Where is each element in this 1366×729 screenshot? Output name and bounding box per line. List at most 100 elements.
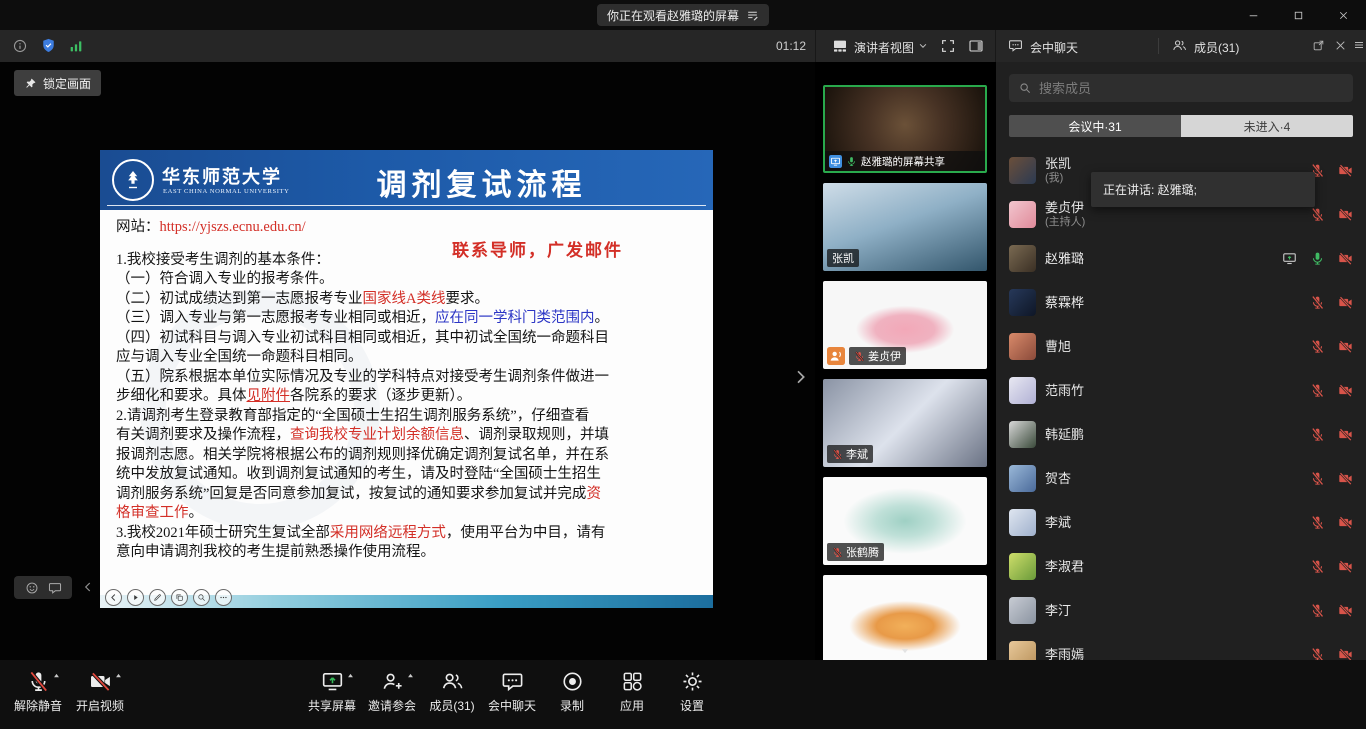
security-shield-icon[interactable] xyxy=(40,37,57,54)
member-name: 蔡霖桦 xyxy=(1045,295,1301,310)
mic-on-icon[interactable] xyxy=(1310,251,1325,266)
members-button[interactable]: 成员(31) xyxy=(424,668,480,714)
slide-text-line: （四）初试科目与调入专业初试科目相同或相近，其中初试全国统一命题科目 xyxy=(116,329,701,349)
reaction-quickbar[interactable] xyxy=(14,576,72,599)
mic-off-icon[interactable] xyxy=(1310,559,1325,574)
collapse-video-strip-icon[interactable] xyxy=(792,364,809,390)
panel-close-icon[interactable] xyxy=(1334,39,1347,52)
video-tile-赵雅璐的屏幕共享[interactable]: 赵雅璐的屏幕共享 xyxy=(823,85,987,173)
settings-icon xyxy=(681,670,704,693)
panel-popout-icon[interactable] xyxy=(1312,39,1325,52)
video-tile-张凯[interactable]: 张凯 xyxy=(823,183,987,271)
chat-panel-title[interactable]: 会中聊天 xyxy=(1030,39,1078,56)
tile-label: 张鹤腾 xyxy=(846,544,879,560)
member-row-李雨嫣[interactable]: 李雨嫣 xyxy=(996,632,1366,660)
mic-off-icon[interactable] xyxy=(1310,603,1325,618)
member-row-范雨竹[interactable]: 范雨竹 xyxy=(996,368,1366,412)
invite-options-caret[interactable] xyxy=(406,671,415,680)
minimize-button[interactable] xyxy=(1231,0,1276,30)
mic-off-icon[interactable] xyxy=(1310,207,1325,222)
member-row-蔡霖桦[interactable]: 蔡霖桦 xyxy=(996,280,1366,324)
apps-button[interactable]: 应用 xyxy=(604,668,660,714)
toolbar-label: 设置 xyxy=(680,697,704,714)
lock-view-button[interactable]: 锁定画面 xyxy=(14,70,101,96)
invite-button[interactable]: 邀请参会 xyxy=(364,668,420,714)
cam-off-icon[interactable] xyxy=(1338,647,1353,661)
message-icon[interactable] xyxy=(48,581,62,595)
video-tile-张鹤腾[interactable]: 张鹤腾 xyxy=(823,477,987,565)
cam-off-icon[interactable] xyxy=(1338,295,1353,310)
scroll-down-icon[interactable] xyxy=(899,646,912,656)
network-signal-icon[interactable] xyxy=(68,38,84,54)
member-row-李斌[interactable]: 李斌 xyxy=(996,500,1366,544)
cam-off-icon[interactable] xyxy=(1338,471,1353,486)
share-screen-options-caret[interactable] xyxy=(346,671,355,680)
start-video-button[interactable]: 开启视频 xyxy=(72,668,128,714)
video-tile-姜贞伊[interactable]: 姜贞伊 xyxy=(823,281,987,369)
chevron-left-icon xyxy=(105,589,122,606)
settings-button[interactable]: 设置 xyxy=(664,668,720,714)
member-search-input[interactable] xyxy=(1039,81,1344,96)
tile-label-chip: 张凯 xyxy=(827,249,859,267)
tile-label-bar: 赵雅璐的屏幕共享 xyxy=(825,151,985,171)
mic-off-icon xyxy=(832,547,843,558)
cam-off-icon[interactable] xyxy=(1338,207,1353,222)
member-row-贺杏[interactable]: 贺杏 xyxy=(996,456,1366,500)
member-name: 韩延鹏 xyxy=(1045,427,1301,442)
nav-play-icon xyxy=(127,589,144,606)
members-icon xyxy=(441,670,464,693)
meeting-info-icon[interactable] xyxy=(12,38,28,54)
video-tile-李斌[interactable]: 李斌 xyxy=(823,379,987,467)
unmute-button[interactable]: 解除静音 xyxy=(10,668,66,714)
members-panel-icon xyxy=(1172,38,1187,53)
members-panel-title[interactable]: 成员(31) xyxy=(1194,39,1239,56)
mic-off-icon[interactable] xyxy=(1310,427,1325,442)
cam-off-icon[interactable] xyxy=(1338,251,1353,266)
member-row-李淑君[interactable]: 李淑君 xyxy=(996,544,1366,588)
members-tab[interactable]: 未进入·4 xyxy=(1181,115,1353,137)
mic-off-icon[interactable] xyxy=(1310,647,1325,661)
mic-off-icon[interactable] xyxy=(1310,471,1325,486)
panel-menu-icon[interactable] xyxy=(1353,39,1365,51)
mic-off-icon[interactable] xyxy=(1310,295,1325,310)
maximize-button[interactable] xyxy=(1276,0,1321,30)
nav-more-icon xyxy=(215,589,232,606)
members-tab[interactable]: 会议中·31 xyxy=(1009,115,1181,137)
share-screen-button[interactable]: 共享屏幕 xyxy=(304,668,360,714)
cam-off-icon[interactable] xyxy=(1338,163,1353,178)
university-name-en: EAST CHINA NORMAL UNIVERSITY xyxy=(163,188,290,195)
collapse-quickbar-icon[interactable] xyxy=(82,579,94,595)
cam-off-icon[interactable] xyxy=(1338,427,1353,442)
speaking-tooltip: 正在讲话: 赵雅璐; xyxy=(1091,172,1315,207)
fullscreen-icon[interactable] xyxy=(940,38,956,54)
search-icon xyxy=(1018,81,1032,95)
chat-button[interactable]: 会中聊天 xyxy=(484,668,540,714)
toolbar-label: 共享屏幕 xyxy=(308,697,356,714)
close-button[interactable] xyxy=(1321,0,1366,30)
start-video-options-caret[interactable] xyxy=(114,671,123,680)
watching-banner: 你正在观看赵雅璐的屏幕 xyxy=(597,4,769,26)
member-name: 贺杏 xyxy=(1045,471,1301,486)
cam-off-icon[interactable] xyxy=(1338,559,1353,574)
minimize-icon xyxy=(1247,9,1260,22)
mic-off-icon[interactable] xyxy=(1310,515,1325,530)
member-search[interactable] xyxy=(1009,74,1353,102)
member-row-曹旭[interactable]: 曹旭 xyxy=(996,324,1366,368)
member-row-韩延鹏[interactable]: 韩延鹏 xyxy=(996,412,1366,456)
toolbar-label: 邀请参会 xyxy=(368,697,416,714)
member-row-李汀[interactable]: 李汀 xyxy=(996,588,1366,632)
cam-off-icon[interactable] xyxy=(1338,383,1353,398)
layout-toggle-icon[interactable] xyxy=(968,38,984,54)
record-button[interactable]: 录制 xyxy=(544,668,600,714)
unmute-options-caret[interactable] xyxy=(52,671,61,680)
mic-off-icon[interactable] xyxy=(1310,383,1325,398)
member-avatar xyxy=(1009,553,1036,580)
cam-off-icon[interactable] xyxy=(1338,515,1353,530)
cam-off-icon[interactable] xyxy=(1338,339,1353,354)
mic-off-icon[interactable] xyxy=(1310,339,1325,354)
member-row-赵雅璐[interactable]: 赵雅璐 xyxy=(996,236,1366,280)
pin-icon xyxy=(24,77,37,90)
emoji-icon[interactable] xyxy=(25,581,39,595)
view-mode-selector[interactable]: 演讲者视图 xyxy=(854,39,914,56)
cam-off-icon[interactable] xyxy=(1338,603,1353,618)
